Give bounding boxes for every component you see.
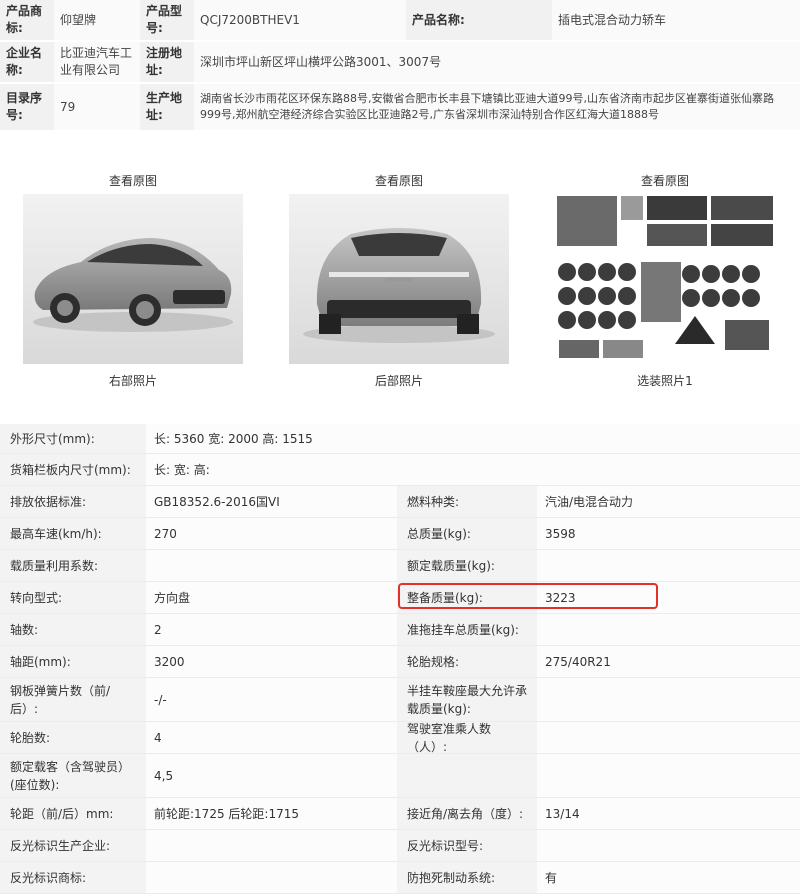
- max-speed-label: 最高车速(km/h):: [0, 518, 146, 549]
- cargo-label: 货箱栏板内尺寸(mm):: [0, 454, 146, 485]
- wheelbase-label: 轴距(mm):: [0, 646, 146, 677]
- param-row: 反光标识商标: 防抱死制动系统: 有: [0, 862, 800, 894]
- info-row: 产品商标: 仰望牌 产品型号: QCJ7200BTHEV1 产品名称: 插电式混…: [0, 0, 800, 42]
- trailer-mass-value: [537, 614, 800, 645]
- emission-value: GB18352.6-2016国VI: [146, 486, 397, 517]
- tire-spec-label: 轮胎规格:: [397, 646, 537, 677]
- semi-trailer-label: 半挂车鞍座最大允许承载质量(kg):: [397, 678, 537, 721]
- param-row: 反光标识生产企业: 反光标识型号:: [0, 830, 800, 862]
- tire-count-value: 4: [146, 722, 397, 753]
- catalog-value: 79: [54, 84, 140, 130]
- prod-address-value: 湖南省长沙市雨花区环保东路88号,安徽省合肥市长丰县下塘镇比亚迪大道99号,山东…: [194, 84, 800, 130]
- cargo-value: 长: 宽: 高:: [146, 454, 800, 485]
- mass-util-label: 载质量利用系数:: [0, 550, 146, 581]
- track-label: 轮距（前/后）mm:: [0, 798, 146, 829]
- empty-value: [537, 754, 800, 797]
- prod-address-label: 生产地址:: [140, 84, 194, 130]
- brand-value: 仰望牌: [54, 0, 140, 40]
- semi-trailer-value: [537, 678, 800, 721]
- rated-passengers-label: 额定载客（含驾驶员）(座位数):: [0, 754, 146, 797]
- curb-weight-highlight-box: [398, 583, 658, 609]
- approach-angle-value: 13/14: [537, 798, 800, 829]
- total-mass-label: 总质量(kg):: [397, 518, 537, 549]
- parameter-table: 外形尺寸(mm): 长: 5360 宽: 2000 高: 1515 货箱栏板内尺…: [0, 424, 800, 894]
- view-original-link[interactable]: 查看原图: [641, 172, 689, 190]
- cab-seats-label: 驾驶室准乘人数（人）:: [397, 722, 537, 754]
- wheelbase-value: 3200: [146, 646, 397, 677]
- tire-count-label: 轮胎数:: [0, 722, 146, 753]
- company-label: 企业名称:: [0, 42, 54, 82]
- param-row: 轮胎数: 4 驾驶室准乘人数（人）:: [0, 722, 800, 754]
- param-row: 货箱栏板内尺寸(mm): 长: 宽: 高:: [0, 454, 800, 486]
- total-mass-value: 3598: [537, 518, 800, 549]
- spring-count-value: -/-: [146, 678, 397, 721]
- axles-value: 2: [146, 614, 397, 645]
- info-row: 企业名称: 比亚迪汽车工业有限公司 注册地址: 深圳市坪山新区坪山横坪公路300…: [0, 42, 800, 84]
- reg-address-label: 注册地址:: [140, 42, 194, 82]
- photo-optional: 查看原图 选装照片1: [532, 150, 798, 390]
- abs-label: 防抱死制动系统:: [397, 862, 537, 893]
- empty-label: [397, 754, 537, 797]
- view-original-link[interactable]: 查看原图: [375, 172, 423, 190]
- rated-load-label: 额定载质量(kg):: [397, 550, 537, 581]
- photo-caption: 选装照片1: [637, 374, 693, 388]
- photo-caption: 后部照片: [374, 374, 423, 388]
- mass-util-value: [146, 550, 397, 581]
- fuel-value: 汽油/电混合动力: [537, 486, 800, 517]
- param-row: 轴距(mm): 3200 轮胎规格: 275/40R21: [0, 646, 800, 678]
- reflector-brand-label: 反光标识商标:: [0, 862, 146, 893]
- param-row: 轮距（前/后）mm: 前轮距:1725 后轮距:1715 接近角/离去角（度）:…: [0, 798, 800, 830]
- company-value: 比亚迪汽车工业有限公司: [54, 42, 140, 82]
- dimensions-label: 外形尺寸(mm):: [0, 424, 146, 453]
- param-row: 轴数: 2 准拖挂车总质量(kg):: [0, 614, 800, 646]
- view-original-link[interactable]: 查看原图: [109, 172, 157, 190]
- product-name-label: 产品名称:: [406, 0, 552, 40]
- photo-rear: 查看原图 后部照片: [266, 150, 532, 390]
- catalog-label: 目录序号:: [0, 84, 54, 130]
- right-side-car-photo[interactable]: [23, 194, 243, 364]
- reflector-model-value: [537, 830, 800, 861]
- rated-passengers-value: 4,5: [146, 754, 397, 797]
- trailer-mass-label: 准拖挂车总质量(kg):: [397, 614, 537, 645]
- emission-label: 排放依据标准:: [0, 486, 146, 517]
- fuel-label: 燃料种类:: [397, 486, 537, 517]
- photo-caption: 右部照片: [108, 374, 157, 388]
- model-label: 产品型号:: [140, 0, 194, 40]
- reflector-brand-value: [146, 862, 397, 893]
- approach-angle-label: 接近角/离去角（度）:: [397, 798, 537, 829]
- photo-right: 查看原图 右部照片: [0, 150, 266, 390]
- rated-load-value: [537, 550, 800, 581]
- cab-seats-value: [537, 722, 800, 753]
- model-value: QCJ7200BTHEV1: [194, 0, 406, 40]
- spring-count-label: 钢板弹簧片数（前/后）:: [0, 678, 146, 721]
- dimensions-value: 长: 5360 宽: 2000 高: 1515: [146, 424, 800, 453]
- product-info-table: 产品商标: 仰望牌 产品型号: QCJ7200BTHEV1 产品名称: 插电式混…: [0, 0, 800, 132]
- abs-value: 有: [537, 862, 800, 893]
- param-row: 排放依据标准: GB18352.6-2016国VI 燃料种类: 汽油/电混合动力: [0, 486, 800, 518]
- steering-value: 方向盘: [146, 582, 397, 613]
- brand-label: 产品商标:: [0, 0, 54, 40]
- param-row: 钢板弹簧片数（前/后）: -/- 半挂车鞍座最大允许承载质量(kg):: [0, 678, 800, 722]
- reflector-maker-label: 反光标识生产企业:: [0, 830, 146, 861]
- param-row: 载质量利用系数: 额定载质量(kg):: [0, 550, 800, 582]
- reflector-model-label: 反光标识型号:: [397, 830, 537, 861]
- info-row: 目录序号: 79 生产地址: 湖南省长沙市雨花区环保东路88号,安徽省合肥市长丰…: [0, 84, 800, 132]
- max-speed-value: 270: [146, 518, 397, 549]
- param-row: 最高车速(km/h): 270 总质量(kg): 3598: [0, 518, 800, 550]
- steering-label: 转向型式:: [0, 582, 146, 613]
- param-row: 外形尺寸(mm): 长: 5360 宽: 2000 高: 1515: [0, 424, 800, 454]
- param-row: 额定载客（含驾驶员）(座位数): 4,5: [0, 754, 800, 798]
- photo-gallery: 查看原图 右部照片 查看原图 后部照片 查看原图 选装照片1: [0, 150, 800, 390]
- track-value: 前轮距:1725 后轮距:1715: [146, 798, 397, 829]
- tire-spec-value: 275/40R21: [537, 646, 800, 677]
- rear-car-photo[interactable]: [289, 194, 509, 364]
- product-name-value: 插电式混合动力轿车: [552, 0, 800, 40]
- optional-parts-photo[interactable]: [555, 194, 775, 364]
- reg-address-value: 深圳市坪山新区坪山横坪公路3001、3007号: [194, 42, 800, 82]
- reflector-maker-value: [146, 830, 397, 861]
- axles-label: 轴数:: [0, 614, 146, 645]
